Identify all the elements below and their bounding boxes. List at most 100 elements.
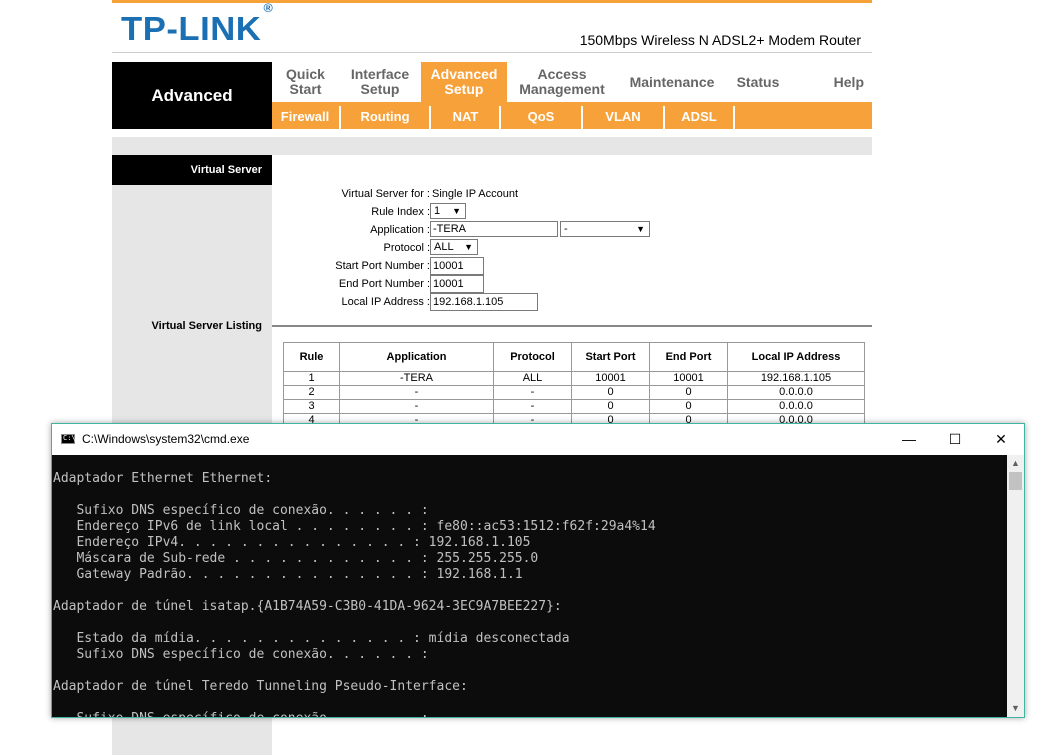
- local-ip-row: Local IP Address :: [272, 293, 872, 311]
- subnav-adsl[interactable]: ADSL: [666, 102, 732, 129]
- cell-protocol: -: [493, 399, 572, 414]
- sidebar-item-virtual-server[interactable]: Virtual Server: [112, 155, 272, 185]
- rule-index-select[interactable]: 1 ▼: [430, 203, 466, 219]
- console-line: Estado da mídia. . . . . . . . . . . . .…: [53, 631, 570, 646]
- cell-application: -: [339, 385, 494, 400]
- tp-link-logo: TP-LINK®: [121, 1, 274, 47]
- col-end-port: End Port: [649, 342, 728, 372]
- console-line: Adaptador Ethernet Ethernet:: [53, 471, 273, 486]
- vertical-scrollbar[interactable]: ▲ ▼: [1007, 455, 1024, 717]
- console-line: Sufixo DNS específico de conexão. . . . …: [53, 503, 429, 518]
- console-line: Gateway Padrão. . . . . . . . . . . . . …: [53, 567, 523, 582]
- close-button[interactable]: ✕: [978, 424, 1024, 455]
- table-row: 3 - - 0 0 0.0.0.0: [283, 399, 865, 414]
- application-row: Application : -▼: [272, 221, 872, 239]
- chevron-down-icon: ▼: [636, 224, 645, 234]
- console-line: Endereço IPv6 de link local . . . . . . …: [53, 519, 656, 534]
- maximize-button[interactable]: ☐: [932, 424, 978, 455]
- table-row: 1 -TERA ALL 10001 10001 192.168.1.105: [283, 371, 865, 386]
- end-port-label: End Port Number :: [338, 278, 430, 290]
- nav-access-management[interactable]: Access Management: [507, 62, 617, 102]
- col-protocol: Protocol: [493, 342, 572, 372]
- terminal-icon: C:\: [61, 434, 76, 444]
- cell-rule: 1: [283, 371, 340, 386]
- cell-local-ip: 0.0.0.0: [727, 385, 865, 400]
- table-header-row: Rule Application Protocol Start Port End…: [283, 342, 865, 372]
- application-select[interactable]: - ▼: [560, 221, 650, 237]
- section-title: Advanced: [112, 62, 272, 129]
- local-ip-input[interactable]: [430, 293, 538, 311]
- virtual-server-table: Rule Application Protocol Start Port End…: [283, 342, 865, 428]
- subnav-divider: [339, 106, 341, 129]
- console-line: Adaptador de túnel isatap.{A1B74A59-C3B0…: [53, 599, 562, 614]
- scrollbar-thumb[interactable]: [1009, 472, 1022, 490]
- cell-protocol: ALL: [493, 371, 572, 386]
- subnav-divider: [663, 106, 665, 129]
- console-output[interactable]: Adaptador Ethernet Ethernet: Sufixo DNS …: [52, 455, 1007, 717]
- subnav-nat[interactable]: NAT: [432, 102, 499, 129]
- end-port-row: End Port Number :: [272, 275, 872, 293]
- cell-start-port: 0: [571, 399, 650, 414]
- nav-help[interactable]: Help: [789, 62, 872, 102]
- vs-for-row: Virtual Server for : Single IP Account: [272, 185, 872, 203]
- col-start-port: Start Port: [571, 342, 650, 372]
- col-rule: Rule: [283, 342, 340, 372]
- protocol-row: Protocol : ALL ▼: [272, 239, 872, 257]
- subnav-divider: [499, 106, 501, 129]
- start-port-input[interactable]: [430, 257, 484, 275]
- cell-rule: 3: [283, 399, 340, 414]
- scroll-up-icon[interactable]: ▲: [1007, 455, 1024, 472]
- cell-end-port: 0: [649, 399, 728, 414]
- nav-interface-setup[interactable]: Interface Setup: [339, 62, 421, 102]
- chevron-down-icon: ▼: [452, 206, 461, 216]
- rule-index-label: Rule Index :: [371, 206, 430, 218]
- local-ip-label: Local IP Address :: [341, 296, 430, 308]
- content-header-bar: [112, 137, 872, 155]
- main-nav: Quick Start Interface Setup Advanced Set…: [272, 62, 872, 102]
- application-label: Application :: [370, 224, 430, 236]
- console-line: Sufixo DNS específico de conexão. . . . …: [53, 647, 429, 662]
- top-accent-line: [112, 0, 872, 3]
- cell-local-ip: 192.168.1.105: [727, 371, 865, 386]
- start-port-row: Start Port Number :: [272, 257, 872, 275]
- cell-end-port: 0: [649, 385, 728, 400]
- protocol-label: Protocol :: [383, 242, 430, 254]
- col-local-ip: Local IP Address: [727, 342, 865, 372]
- nav-quick-start[interactable]: Quick Start: [272, 62, 339, 102]
- subnav-qos[interactable]: QoS: [502, 102, 580, 129]
- window-title: C:\Windows\system32\cmd.exe: [82, 432, 250, 446]
- subnav-firewall[interactable]: Firewall: [272, 102, 338, 129]
- console-line: Adaptador de túnel Teredo Tunneling Pseu…: [53, 679, 468, 694]
- nav-status[interactable]: Status: [727, 62, 789, 102]
- cell-start-port: 10001: [571, 371, 650, 386]
- nav-advanced-setup[interactable]: Advanced Setup: [421, 62, 507, 102]
- vs-for-label: Virtual Server for :: [341, 188, 430, 200]
- cmd-window[interactable]: C:\ C:\Windows\system32\cmd.exe — ☐ ✕ Ad…: [51, 423, 1025, 718]
- subnav-divider: [733, 106, 735, 129]
- application-input[interactable]: [430, 221, 558, 237]
- chevron-down-icon: ▼: [464, 242, 473, 252]
- console-text: Adaptador Ethernet Ethernet: Sufixo DNS …: [53, 471, 656, 717]
- console-line: Sufixo DNS específico de conexão. . . . …: [53, 711, 428, 717]
- nav-maintenance[interactable]: Maintenance: [617, 62, 727, 102]
- cell-local-ip: 0.0.0.0: [727, 399, 865, 414]
- scroll-down-icon[interactable]: ▼: [1007, 700, 1024, 717]
- subnav-routing[interactable]: Routing: [342, 102, 428, 129]
- subnav-vlan[interactable]: VLAN: [584, 102, 662, 129]
- cell-protocol: -: [493, 385, 572, 400]
- cell-start-port: 0: [571, 385, 650, 400]
- rule-index-row: Rule Index : 1 ▼: [272, 203, 872, 221]
- header-divider: [112, 52, 872, 53]
- protocol-select[interactable]: ALL ▼: [430, 239, 478, 255]
- table-row: 2 - - 0 0 0.0.0.0: [283, 385, 865, 400]
- subnav-divider: [429, 106, 431, 129]
- cell-end-port: 10001: [649, 371, 728, 386]
- sub-nav: Firewall Routing NAT QoS VLAN ADSL: [272, 102, 872, 129]
- console-line: Endereço IPv4. . . . . . . . . . . . . .…: [53, 535, 531, 550]
- cmd-title-bar[interactable]: C:\ C:\Windows\system32\cmd.exe — ☐ ✕: [52, 424, 1024, 455]
- vs-for-value: Single IP Account: [432, 188, 519, 200]
- start-port-label: Start Port Number :: [335, 260, 430, 272]
- end-port-input[interactable]: [430, 275, 484, 293]
- subnav-divider: [581, 106, 583, 129]
- minimize-button[interactable]: —: [886, 424, 932, 455]
